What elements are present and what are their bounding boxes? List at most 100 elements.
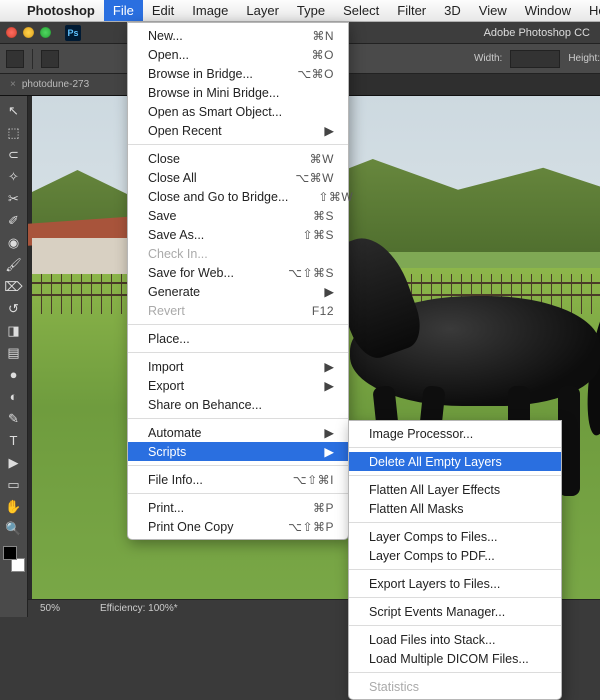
- scripts-menu-item-flatten-all-layer-effects[interactable]: Flatten All Layer Effects: [349, 480, 561, 499]
- scripts-menu-item-image-processor[interactable]: Image Processor...: [349, 424, 561, 443]
- tool-preset-icon[interactable]: [6, 50, 24, 68]
- width-field[interactable]: [510, 50, 560, 68]
- path-select-tool[interactable]: ▶: [2, 452, 26, 473]
- brush-tool[interactable]: 🖌: [2, 254, 26, 275]
- crop-tool[interactable]: ✂: [2, 188, 26, 209]
- menu-item-label: Save: [148, 209, 313, 223]
- file-menu-item-check-in: Check In...: [128, 244, 348, 263]
- shape-tool[interactable]: ▭: [2, 474, 26, 495]
- eyedropper-tool[interactable]: ✐: [2, 210, 26, 231]
- marquee-style-icon[interactable]: [41, 50, 59, 68]
- file-menu-item-share-on-behance[interactable]: Share on Behance...: [128, 395, 348, 414]
- file-menu-item-open[interactable]: Open...⌘O: [128, 45, 348, 64]
- menu-item-label: Export Layers to Files...: [369, 577, 547, 591]
- lasso-tool[interactable]: ⊂: [2, 144, 26, 165]
- file-menu-item-export[interactable]: Export▶: [128, 376, 348, 395]
- toolbox: ↖⬚⊂✧✂✐◉🖌⌦↺◨▤●◐✎T▶▭✋🔍: [0, 96, 28, 617]
- close-window-icon[interactable]: [6, 27, 17, 38]
- spot-heal-tool[interactable]: ◉: [2, 232, 26, 253]
- menu-shortcut: ⌥⌘W: [295, 171, 334, 185]
- mac-menubar: Photoshop FileEditImageLayerTypeSelectFi…: [0, 0, 600, 22]
- submenu-arrow-icon: ▶: [324, 378, 334, 393]
- scripts-menu-item-script-events-manager[interactable]: Script Events Manager...: [349, 602, 561, 621]
- pen-tool[interactable]: ✎: [2, 408, 26, 429]
- menu-item-label: New...: [148, 29, 312, 43]
- file-menu-item-close-all[interactable]: Close All⌥⌘W: [128, 168, 348, 187]
- menu-item-label: Script Events Manager...: [369, 605, 547, 619]
- menu-shortcut: ⌘N: [312, 29, 334, 43]
- menubar-item-3d[interactable]: 3D: [435, 0, 470, 21]
- file-menu-item-save-for-web[interactable]: Save for Web...⌥⇧⌘S: [128, 263, 348, 282]
- file-menu-item-save[interactable]: Save⌘S: [128, 206, 348, 225]
- scripts-menu-item-layer-comps-to-files[interactable]: Layer Comps to Files...: [349, 527, 561, 546]
- file-menu-item-save-as[interactable]: Save As...⇧⌘S: [128, 225, 348, 244]
- menubar-item-select[interactable]: Select: [334, 0, 388, 21]
- scripts-menu-item-load-files-into-stack[interactable]: Load Files into Stack...: [349, 630, 561, 649]
- scripts-menu-item-delete-all-empty-layers[interactable]: Delete All Empty Layers: [349, 452, 561, 471]
- foreground-background-swatch[interactable]: [3, 546, 25, 572]
- menu-item-label: Load Multiple DICOM Files...: [369, 652, 559, 666]
- stamp-tool[interactable]: ⌦: [2, 276, 26, 297]
- hand-tool[interactable]: ✋: [2, 496, 26, 517]
- menu-item-label: Open...: [148, 48, 312, 62]
- menu-shortcut: ⌘W: [310, 152, 334, 166]
- menubar-item-file[interactable]: File: [104, 0, 143, 21]
- menubar-app[interactable]: Photoshop: [18, 0, 104, 21]
- blur-tool[interactable]: ●: [2, 364, 26, 385]
- scripts-menu-item-layer-comps-to-pdf[interactable]: Layer Comps to PDF...: [349, 546, 561, 565]
- menubar-item-image[interactable]: Image: [183, 0, 237, 21]
- file-menu-item-place[interactable]: Place...: [128, 329, 348, 348]
- type-tool[interactable]: T: [2, 430, 26, 451]
- menu-item-label: Print One Copy: [148, 520, 288, 534]
- zoom-tool[interactable]: 🔍: [2, 518, 26, 539]
- window-title: Adobe Photoshop CC: [484, 27, 590, 39]
- zoom-level[interactable]: 50%: [40, 603, 60, 614]
- menu-shortcut: ⌥⇧⌘S: [288, 266, 334, 280]
- file-menu: New...⌘NOpen...⌘OBrowse in Bridge...⌥⌘OB…: [127, 22, 349, 540]
- move-tool[interactable]: ↖: [2, 100, 26, 121]
- menubar-item-help[interactable]: Help: [580, 0, 600, 21]
- history-brush-tool[interactable]: ↺: [2, 298, 26, 319]
- menubar-item-edit[interactable]: Edit: [143, 0, 183, 21]
- menubar-item-view[interactable]: View: [470, 0, 516, 21]
- gradient-tool[interactable]: ▤: [2, 342, 26, 363]
- file-menu-item-scripts[interactable]: Scripts▶: [128, 442, 348, 461]
- file-menu-item-print[interactable]: Print...⌘P: [128, 498, 348, 517]
- file-menu-item-open-as-smart-object[interactable]: Open as Smart Object...: [128, 102, 348, 121]
- scripts-submenu: Image Processor... Delete All Empty Layer…: [348, 420, 562, 700]
- file-menu-item-browse-in-bridge[interactable]: Browse in Bridge...⌥⌘O: [128, 64, 348, 83]
- file-menu-item-print-one-copy[interactable]: Print One Copy⌥⇧⌘P: [128, 517, 348, 536]
- marquee-tool[interactable]: ⬚: [2, 122, 26, 143]
- file-menu-item-new[interactable]: New...⌘N: [128, 26, 348, 45]
- menu-item-label: Browse in Bridge...: [148, 67, 297, 81]
- scripts-menu-item-load-multiple-dicom-files[interactable]: Load Multiple DICOM Files...: [349, 649, 561, 668]
- efficiency-readout[interactable]: Efficiency: 100%*: [100, 603, 178, 614]
- eraser-tool[interactable]: ◨: [2, 320, 26, 341]
- menu-shortcut: ⌘P: [313, 501, 334, 515]
- height-label: Height:: [568, 53, 600, 64]
- file-menu-item-import[interactable]: Import▶: [128, 357, 348, 376]
- submenu-arrow-icon: ▶: [324, 123, 334, 138]
- file-menu-item-generate[interactable]: Generate▶: [128, 282, 348, 301]
- close-tab-icon[interactable]: ×: [10, 79, 16, 90]
- file-menu-item-close[interactable]: Close⌘W: [128, 149, 348, 168]
- menu-item-label: Flatten All Masks: [369, 502, 547, 516]
- menubar-item-layer[interactable]: Layer: [237, 0, 288, 21]
- file-menu-item-browse-in-mini-bridge[interactable]: Browse in Mini Bridge...: [128, 83, 348, 102]
- menubar-item-window[interactable]: Window: [516, 0, 580, 21]
- file-menu-item-file-info[interactable]: File Info...⌥⇧⌘I: [128, 470, 348, 489]
- menubar-item-filter[interactable]: Filter: [388, 0, 435, 21]
- scripts-menu-item-export-layers-to-files[interactable]: Export Layers to Files...: [349, 574, 561, 593]
- menubar-item-type[interactable]: Type: [288, 0, 334, 21]
- file-menu-item-automate[interactable]: Automate▶: [128, 423, 348, 442]
- dodge-tool[interactable]: ◐: [2, 386, 26, 407]
- menu-item-label: File Info...: [148, 473, 293, 487]
- magic-wand-tool[interactable]: ✧: [2, 166, 26, 187]
- file-menu-item-close-and-go-to-bridge[interactable]: Close and Go to Bridge...⇧⌘W: [128, 187, 348, 206]
- scripts-menu-item-flatten-all-masks[interactable]: Flatten All Masks: [349, 499, 561, 518]
- menu-item-label: Save for Web...: [148, 266, 288, 280]
- zoom-window-icon[interactable]: [40, 27, 51, 38]
- file-menu-item-open-recent[interactable]: Open Recent▶: [128, 121, 348, 140]
- submenu-arrow-icon: ▶: [324, 444, 334, 459]
- minimize-window-icon[interactable]: [23, 27, 34, 38]
